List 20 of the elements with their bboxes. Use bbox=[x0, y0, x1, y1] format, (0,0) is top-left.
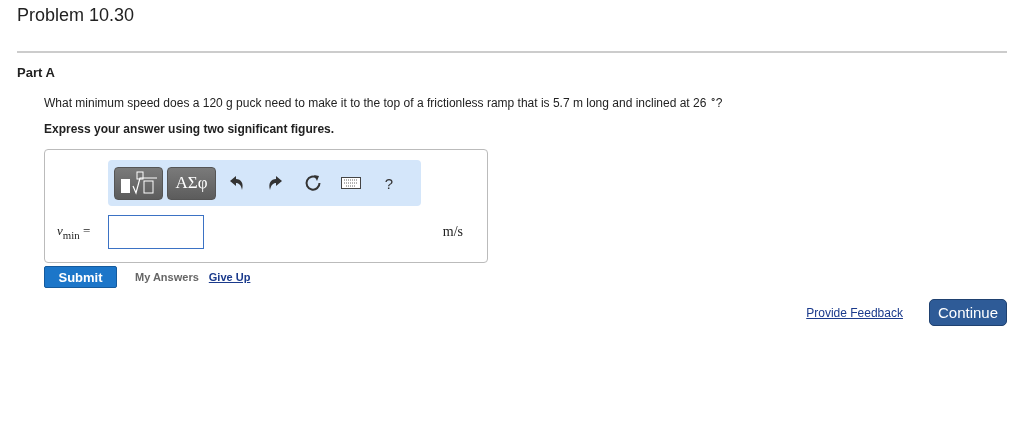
problem-title: Problem 10.30 bbox=[17, 4, 135, 26]
submit-button[interactable]: Submit bbox=[44, 266, 117, 288]
help-button[interactable]: ? bbox=[372, 168, 406, 198]
instruction-text: Express your answer using two significant figures. bbox=[44, 121, 335, 137]
give-up-link[interactable]: Give Up bbox=[208, 271, 251, 283]
variable-label: v$_{min}$ = bbox=[57, 223, 92, 241]
continue-button[interactable]: Continue bbox=[928, 299, 1007, 326]
feedback-link[interactable]: Provide Feedback bbox=[806, 305, 903, 320]
redo-icon bbox=[267, 175, 283, 191]
part-heading: Part A bbox=[17, 65, 55, 81]
templates-button[interactable] bbox=[114, 166, 163, 200]
unit-label: m/s bbox=[442, 224, 463, 240]
my-answers-label: My Answers bbox=[135, 271, 199, 283]
undo-icon bbox=[229, 175, 245, 191]
reset-icon bbox=[304, 174, 322, 192]
answer-field[interactable] bbox=[108, 215, 204, 249]
symbols-button[interactable]: ΑΣφ bbox=[167, 166, 216, 200]
root-template-icon bbox=[118, 170, 159, 196]
question-text: What minimum speed does a 120 g puck need to make it to the top of a frictionless ramp that is 5.7 m long and inclined at 26 $^{∘}$? bbox=[44, 92, 723, 111]
keyboard-icon bbox=[341, 177, 361, 189]
